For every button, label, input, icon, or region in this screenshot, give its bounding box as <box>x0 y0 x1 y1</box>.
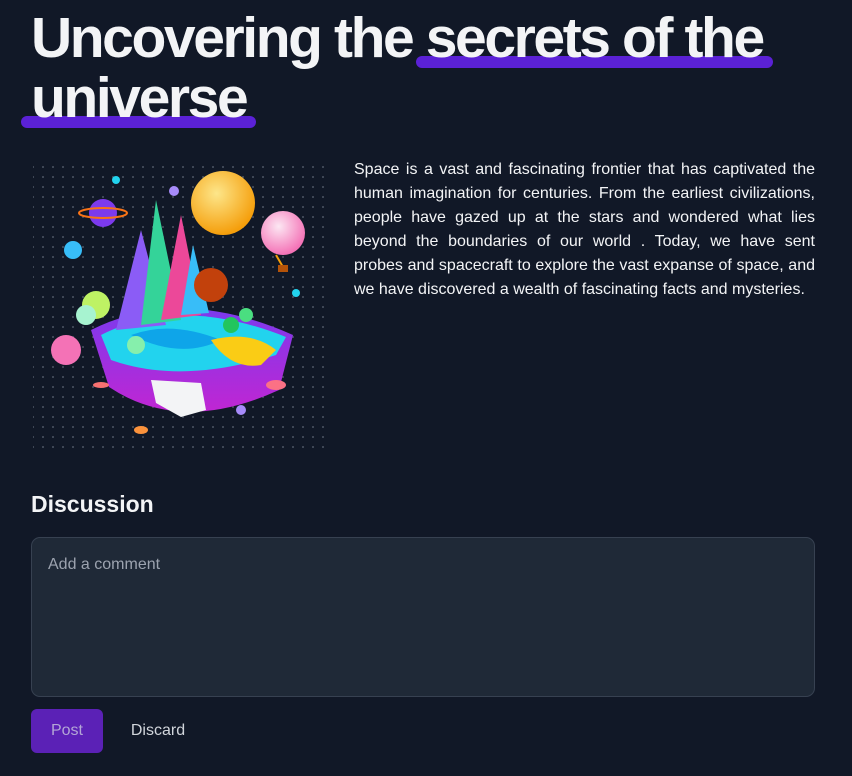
page-title: Uncovering the secrets of the universe <box>31 8 821 128</box>
comment-input[interactable] <box>31 537 815 697</box>
post-button[interactable]: Post <box>31 709 103 753</box>
article-body: Space is a vast and fascinating frontier… <box>354 161 815 298</box>
title-text: Uncovering the <box>31 6 426 70</box>
discard-button[interactable]: Discard <box>118 709 198 753</box>
discussion-heading: Discussion <box>31 491 154 517</box>
article-page: Uncovering the secrets of the universe S… <box>0 0 852 776</box>
space-illustration <box>33 159 329 453</box>
title-highlight-universe: universe <box>31 66 249 130</box>
title-highlight-secrets: secrets of the <box>425 6 765 70</box>
